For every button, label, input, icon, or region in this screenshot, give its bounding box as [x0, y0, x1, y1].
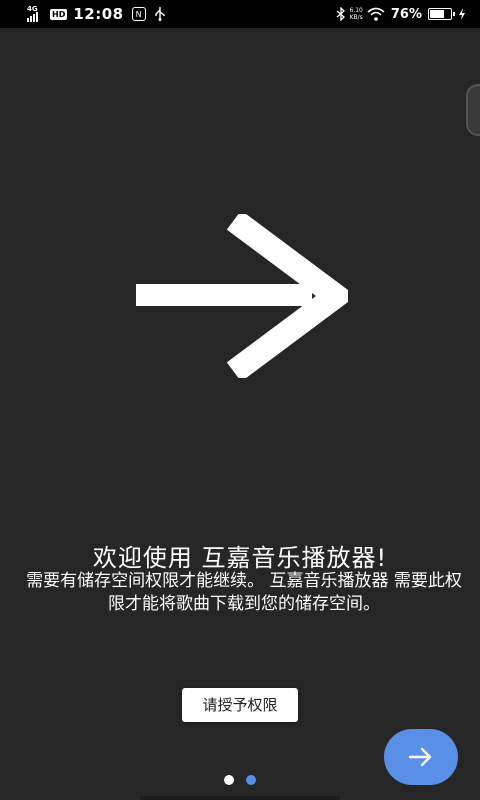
navigation-gesture-bar — [140, 796, 340, 800]
network-speed-unit: KB/s — [349, 14, 363, 21]
status-bar: 4G HD 12:08 N 6.10 KB/s 76% — [0, 0, 480, 28]
next-button[interactable] — [384, 729, 458, 785]
wifi-icon — [367, 7, 385, 21]
page-dot-2 — [246, 775, 256, 785]
page-dot-1 — [224, 775, 234, 785]
network-speed-value: 6.10 — [349, 7, 363, 14]
network-speed: 6.10 KB/s — [350, 7, 363, 21]
bluetooth-icon — [336, 7, 345, 21]
welcome-title: 欢迎使用 互嘉音乐播放器! — [92, 544, 388, 572]
cellular-signal-icon: 4G — [26, 5, 46, 23]
status-right: 6.10 KB/s 76% — [336, 0, 466, 28]
status-time: 12:08 — [73, 5, 124, 23]
battery-percent: 76% — [390, 6, 422, 22]
permission-description: 需要有储存空间权限才能继续。 互嘉音乐播放器 需要此权限才能将歌曲下载到您的储存… — [26, 571, 462, 614]
battery-fill — [430, 10, 445, 18]
status-left: 4G HD 12:08 N — [26, 0, 170, 28]
screen: 4G HD 12:08 N 6.10 KB/s 76% 欢迎使用 互嘉音乐播放器… — [0, 0, 480, 800]
hd-badge: HD — [50, 8, 68, 20]
charging-icon — [459, 8, 465, 20]
arrow-right-icon — [408, 747, 432, 767]
usb-icon — [154, 7, 165, 21]
page-indicator — [224, 775, 256, 785]
notification-app-icon: N — [131, 7, 146, 21]
side-panel-handle[interactable] — [466, 84, 480, 136]
battery-icon — [428, 8, 455, 20]
arrow-right-icon — [136, 214, 348, 378]
grant-permission-button[interactable]: 请授予权限 — [182, 688, 298, 722]
